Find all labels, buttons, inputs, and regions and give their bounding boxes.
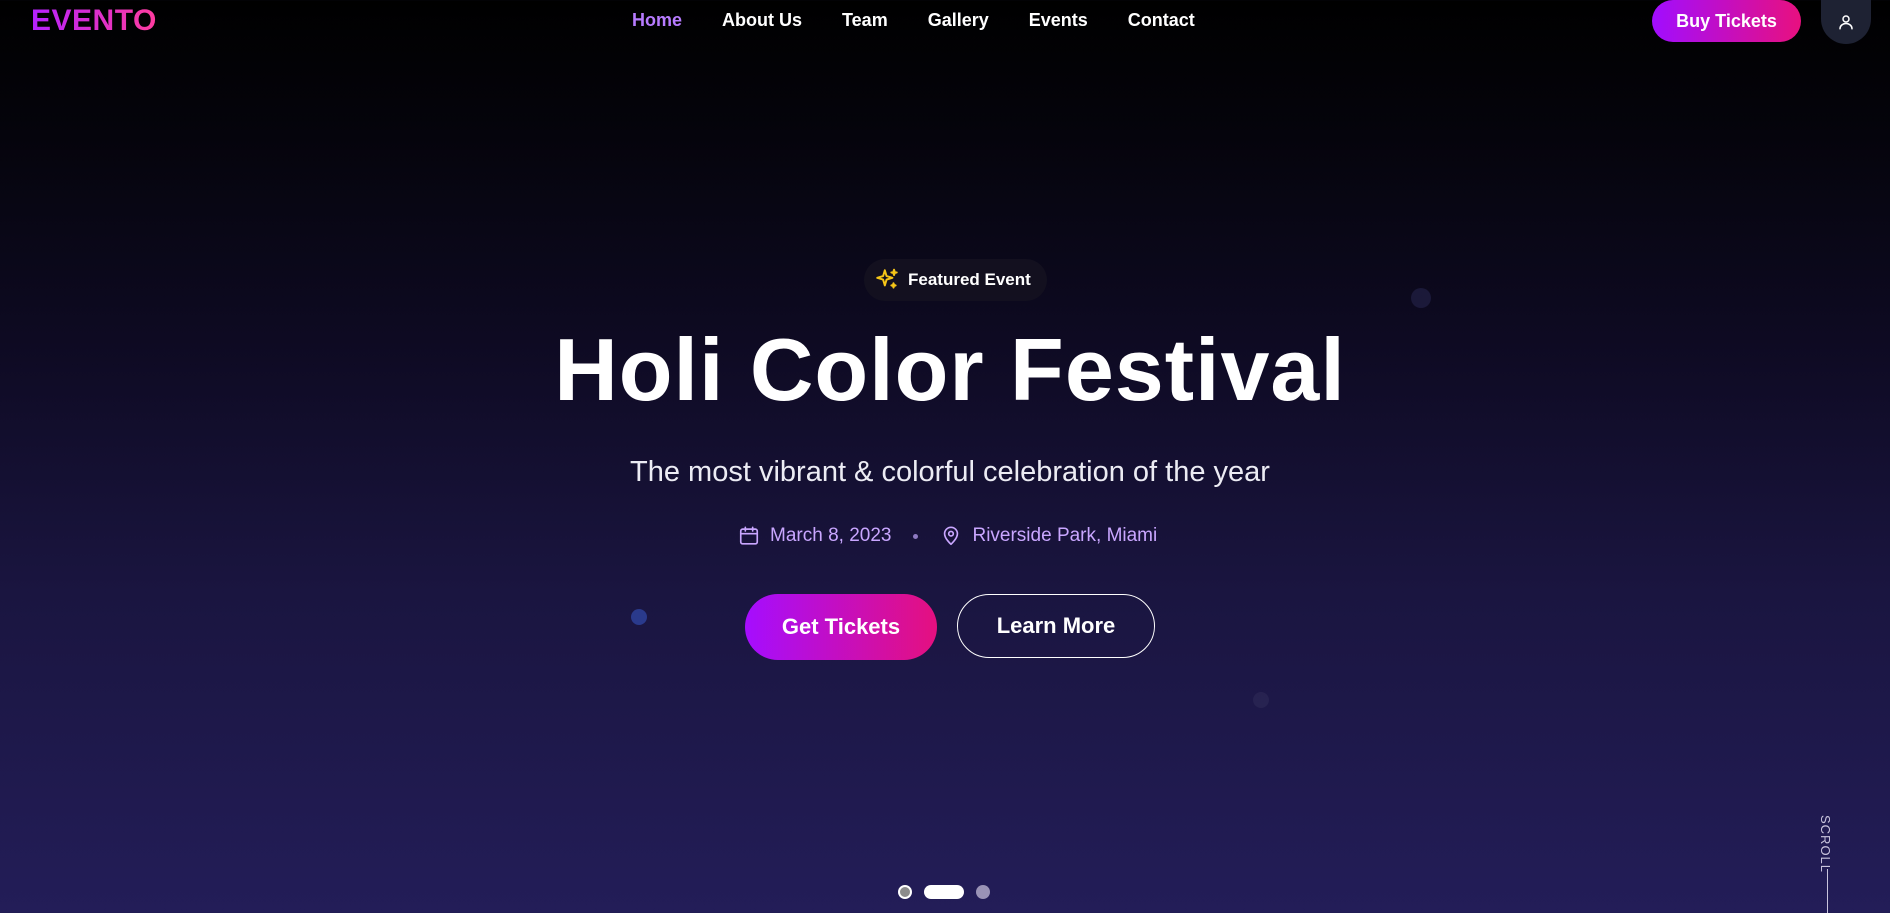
scroll-label: SCROLL: [1818, 815, 1833, 874]
top-nav: EVENTO Home About Us Team Gallery Events…: [0, 0, 1890, 44]
user-account-button[interactable]: [1821, 0, 1871, 44]
event-meta: March 8, 2023 Riverside Park, Miami: [738, 525, 1157, 547]
scroll-indicator[interactable]: SCROLL: [1816, 815, 1836, 913]
nav-link-contact[interactable]: Contact: [1128, 10, 1195, 31]
carousel-dot-1[interactable]: [898, 885, 912, 899]
decorative-particle: [1411, 288, 1431, 308]
nav-link-home[interactable]: Home: [632, 10, 682, 31]
badge-label: Featured Event: [908, 270, 1031, 289]
nav-link-about-us[interactable]: About Us: [722, 10, 802, 31]
learn-more-button[interactable]: Learn More: [957, 594, 1155, 658]
meta-separator: [913, 533, 919, 539]
sparkles-icon: [876, 268, 898, 289]
hero-title: Holi Color Festival: [554, 320, 1346, 419]
event-location-text: Riverside Park, Miami: [972, 525, 1158, 546]
buy-tickets-button[interactable]: Buy Tickets: [1652, 0, 1801, 42]
carousel-dot-3[interactable]: [976, 885, 990, 899]
calendar-icon: [739, 526, 759, 545]
featured-event-badge: Featured Event: [864, 259, 1047, 301]
hero-subtitle: The most vibrant & colorful celebration …: [630, 456, 1270, 488]
user-icon: [1839, 15, 1853, 30]
carousel-dot-2[interactable]: [924, 885, 964, 899]
nav-link-gallery[interactable]: Gallery: [928, 10, 989, 31]
carousel-dots: [898, 885, 990, 899]
decorative-particle: [631, 609, 647, 625]
event-location: Riverside Park, Miami: [940, 525, 1157, 547]
event-date-text: March 8, 2023: [770, 525, 892, 546]
nav-links: Home About Us Team Gallery Events Contac…: [632, 10, 1195, 31]
map-pin-icon: [944, 526, 959, 546]
get-tickets-button[interactable]: Get Tickets: [745, 594, 937, 660]
decorative-particle: [1253, 692, 1269, 708]
event-date: March 8, 2023: [738, 525, 891, 547]
nav-link-team[interactable]: Team: [842, 10, 888, 31]
logo[interactable]: EVENTO: [31, 4, 157, 38]
nav-link-events[interactable]: Events: [1029, 10, 1088, 31]
scroll-line: [1827, 869, 1828, 913]
